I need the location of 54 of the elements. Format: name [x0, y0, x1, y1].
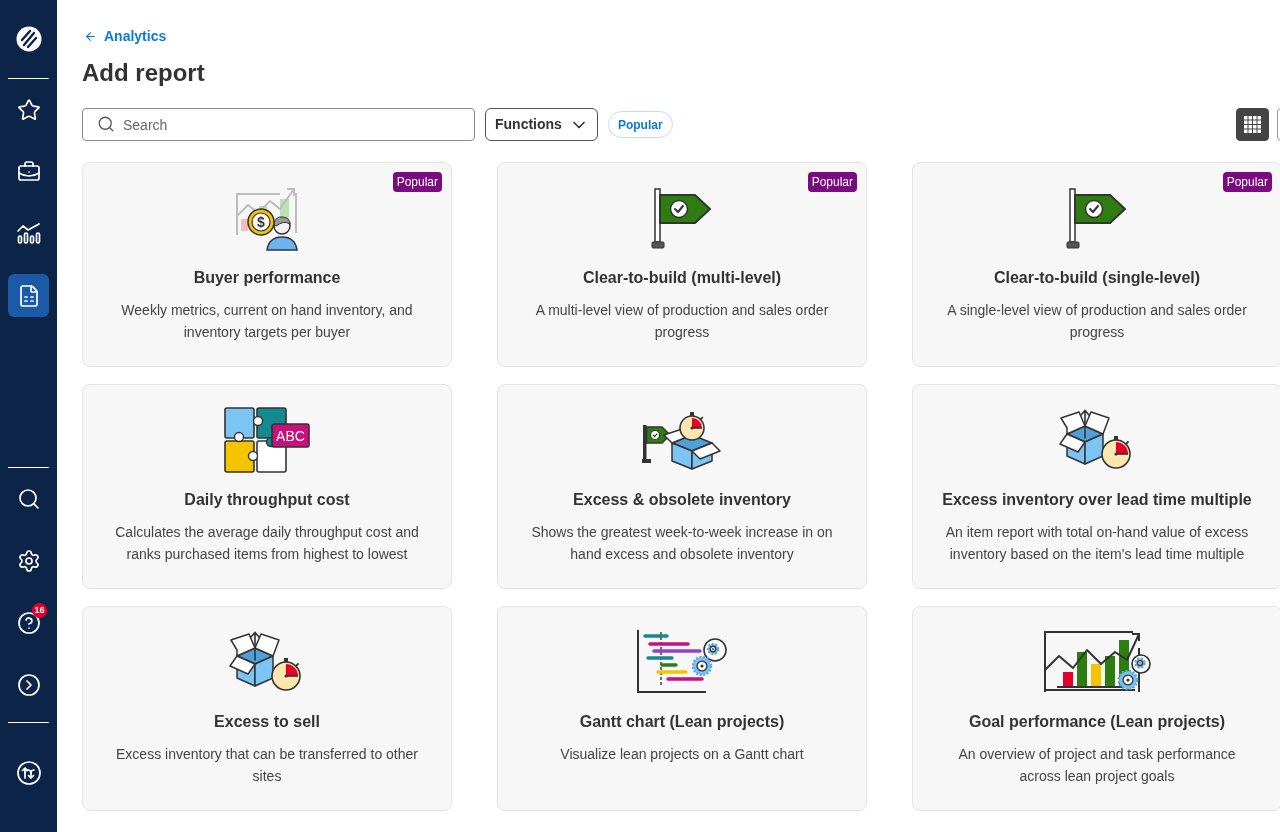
card-description: A single-level view of production and sales order progress — [946, 301, 1248, 342]
card-title: Clear-to-build (single-level) — [993, 268, 1201, 288]
search-icon — [97, 115, 115, 133]
arrows-circle-icon — [16, 760, 41, 785]
flag-check-drawing — [651, 187, 713, 249]
card-description: Shows the greatest week-to-week increase in on hand excess and obsolete inventory — [530, 523, 834, 564]
report-card[interactable]: Gantt chart (Lean projects) Visualize lean projects on a Gantt chart — [497, 606, 867, 811]
flag-check-drawing — [1066, 187, 1128, 249]
page-title: Add report — [82, 58, 205, 88]
search-icon — [16, 486, 41, 511]
star-icon — [16, 97, 41, 122]
reports-nav-item[interactable] — [8, 274, 49, 317]
report-card[interactable]: Excess to sell Excess inventory that can be transferred to other sites — [82, 606, 452, 811]
report-card[interactable]: Popular Clear-to-build (multi-level) A multi-level view of production and sales order progress — [497, 162, 867, 367]
card-title: Excess to sell — [214, 712, 320, 732]
report-card[interactable]: ABC Daily throughput cost Calculates the average daily throughput cost and ranks purchased items from highest to lowest — [82, 384, 452, 589]
settings-icon — [16, 548, 41, 573]
briefcase-icon — [16, 159, 41, 184]
help-nav-item[interactable]: 16 — [8, 601, 49, 644]
card-title: Gantt chart (Lean projects) — [579, 712, 785, 732]
report-card[interactable]: Excess & obsolete inventory Shows the greatest week-to-week increase in on hand excess and obsolete inventory — [497, 384, 867, 589]
notification-badge: 16 — [32, 603, 47, 618]
chevron-right-circle-icon — [16, 672, 41, 697]
card-badge: Popular — [1222, 172, 1272, 192]
report-card[interactable]: Excess inventory over lead time multiple An item report with total on-hand value of excess inventory based on the item's lead time multiple — [912, 384, 1280, 589]
tag-label: ABC — [276, 428, 305, 444]
coin-symbol: $ — [257, 214, 265, 230]
card-title: Goal performance (Lean projects) — [968, 712, 1226, 732]
grid-view-icon — [1244, 116, 1261, 133]
card-title: Buyer performance — [193, 268, 341, 288]
back-link[interactable]: Analytics — [82, 27, 167, 45]
functions-dropdown[interactable]: Functions — [485, 108, 598, 141]
card-description: Excess inventory that can be transferred to other sites — [115, 745, 419, 786]
arrow-left-icon — [84, 29, 97, 43]
card-title: Excess & obsolete inventory — [573, 490, 791, 510]
logo-icon[interactable] — [15, 26, 42, 52]
card-title: Clear-to-build (multi-level) — [582, 268, 782, 288]
line-chart-bars-icon — [16, 222, 41, 245]
card-description: Weekly metrics, current on hand inventory, and inventory targets per buyer — [120, 301, 414, 342]
card-description: An item report with total on-hand value of excess inventory based on the item's lead time multiple — [944, 523, 1250, 564]
card-title: Excess inventory over lead time multiple — [942, 490, 1252, 510]
card-description: Calculates the average daily throughput cost and ranks purchased items from highest to lowest — [114, 523, 420, 564]
report-card[interactable]: Goal performance (Lean projects) An overview of project and task performance across lean project goals — [912, 606, 1280, 811]
card-badge: Popular — [392, 172, 442, 192]
report-card[interactable]: Popular $ Buyer performance Weekly metrics, current on hand inventory, and inventory targets per buyer — [82, 162, 452, 367]
grid-view-button[interactable] — [1236, 108, 1269, 141]
card-description: An overview of project and task performance across lean project goals — [957, 745, 1237, 786]
report-card[interactable]: Popular Clear-to-build (single-level) A single-level view of production and sales order progress — [912, 162, 1280, 367]
card-description: Visualize lean projects on a Gantt chart — [560, 745, 804, 764]
card-badge: Popular — [807, 172, 857, 192]
search-field[interactable]: Search — [82, 108, 475, 141]
card-title: Daily throughput cost — [184, 490, 350, 510]
popular-filter-chip[interactable]: Popular — [607, 111, 673, 138]
card-description: A multi-level view of production and sales order progress — [534, 301, 830, 342]
